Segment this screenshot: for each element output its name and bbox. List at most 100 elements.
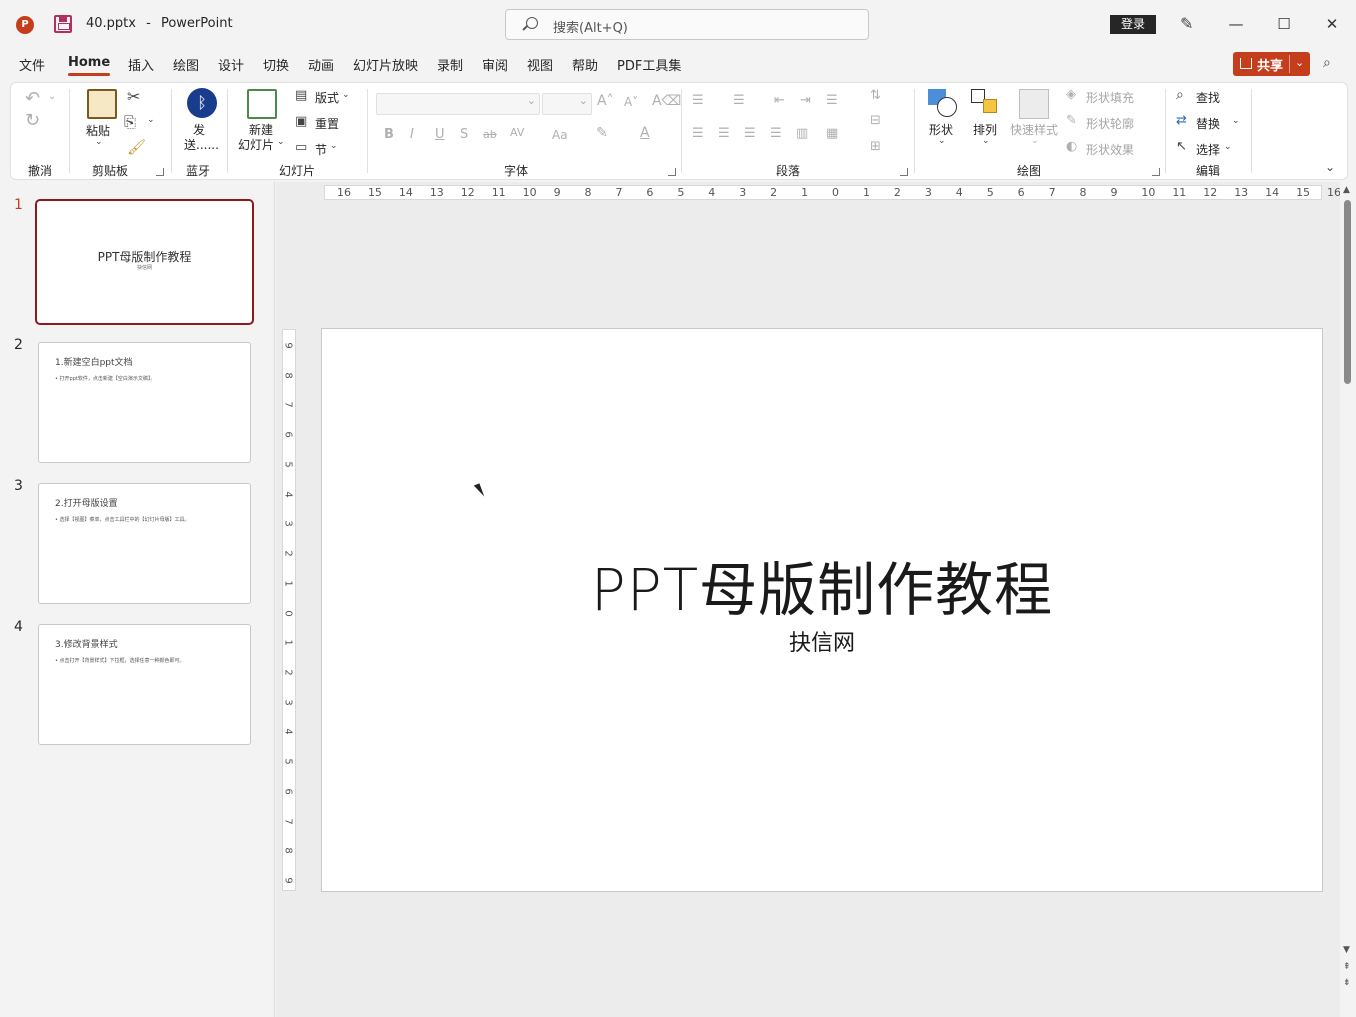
underline-button[interactable]: U bbox=[435, 127, 445, 142]
justify-icon[interactable]: ☰ bbox=[770, 126, 782, 141]
align-center-icon[interactable]: ☰ bbox=[718, 126, 730, 141]
smartart-icon[interactable]: ⊞ bbox=[870, 139, 881, 154]
copy-dropdown-icon[interactable]: ⌄ bbox=[147, 115, 155, 125]
tab-draw[interactable]: 绘图 bbox=[173, 55, 199, 74]
share-button[interactable]: 共享 ⌄ bbox=[1233, 52, 1310, 76]
comments-icon[interactable]: ⌕ bbox=[1323, 55, 1341, 73]
text-direction-icon[interactable]: ⇅ bbox=[870, 88, 881, 103]
tab-file[interactable]: 文件 bbox=[19, 55, 45, 74]
section-dropdown-icon[interactable]: ⌄ bbox=[330, 141, 338, 151]
format-painter-icon[interactable]: 🖌 bbox=[127, 138, 146, 156]
find-icon[interactable]: ⌕ bbox=[1176, 87, 1184, 103]
arrange-dropdown-icon[interactable]: ⌄ bbox=[982, 136, 990, 146]
tab-view[interactable]: 视图 bbox=[527, 55, 553, 74]
shape-outline-button[interactable]: 形状轮廓 bbox=[1086, 115, 1134, 132]
clipboard-launcher-icon[interactable] bbox=[156, 168, 164, 176]
slide-thumbnail-2[interactable]: 1.新建空白ppt文档 • 打开ppt软件，点击新建【空白演示文稿】。 bbox=[38, 342, 251, 463]
tab-review[interactable]: 审阅 bbox=[482, 55, 508, 74]
search-box[interactable]: 搜索(Alt+Q) bbox=[505, 9, 869, 40]
layout-dropdown-icon[interactable]: ⌄ bbox=[342, 90, 350, 100]
strikethrough-button[interactable]: ab bbox=[483, 128, 497, 141]
font-color-icon[interactable]: A bbox=[640, 125, 650, 141]
change-case-button[interactable]: Aa bbox=[552, 128, 568, 142]
highlight-icon[interactable]: ✎ bbox=[596, 125, 608, 141]
shape-fill-button[interactable]: 形状填充 bbox=[1086, 89, 1134, 106]
arrange-icon[interactable] bbox=[971, 89, 1001, 119]
shape-outline-icon[interactable]: ✎ bbox=[1066, 113, 1077, 128]
replace-dropdown-icon[interactable]: ⌄ bbox=[1232, 116, 1240, 126]
replace-button[interactable]: 替换 bbox=[1196, 115, 1220, 132]
vertical-scrollbar[interactable]: ▲ ▼ ⇞ ⇟ bbox=[1340, 182, 1356, 1017]
slide-thumbnail-3[interactable]: 2.打开母版设置 • 选择【视图】菜单，点击工具栏中的【幻灯片母版】工具。 bbox=[38, 483, 251, 604]
decrease-font-icon[interactable]: A˅ bbox=[624, 95, 638, 109]
minimize-icon[interactable]: — bbox=[1222, 10, 1250, 38]
tab-home[interactable]: Home bbox=[68, 55, 111, 76]
tab-animations[interactable]: 动画 bbox=[308, 55, 334, 74]
layout-button[interactable]: 版式 bbox=[315, 89, 339, 106]
shadow-button[interactable]: S bbox=[460, 127, 468, 142]
new-slide-icon[interactable] bbox=[247, 89, 277, 119]
select-dropdown-icon[interactable]: ⌄ bbox=[1224, 142, 1232, 152]
bluetooth-icon[interactable]: ᛒ bbox=[187, 88, 217, 118]
decrease-indent-icon[interactable]: ⇤ bbox=[774, 93, 785, 108]
scroll-up-icon[interactable]: ▲ bbox=[1343, 185, 1350, 195]
select-icon[interactable]: ↖ bbox=[1176, 139, 1187, 154]
maximize-icon[interactable]: ☐ bbox=[1270, 10, 1298, 38]
increase-font-icon[interactable]: A˄ bbox=[597, 93, 614, 109]
tab-record[interactable]: 录制 bbox=[437, 55, 463, 74]
collapse-ribbon-icon[interactable]: ⌄ bbox=[1325, 160, 1335, 174]
new-slide-dropdown-icon[interactable]: ⌄ bbox=[277, 137, 285, 147]
tab-slideshow[interactable]: 幻灯片放映 bbox=[353, 55, 418, 74]
shapes-dropdown-icon[interactable]: ⌄ bbox=[938, 136, 946, 146]
distribute-icon[interactable]: ▥ bbox=[796, 126, 808, 141]
shape-fill-icon[interactable]: ◈ bbox=[1066, 87, 1076, 102]
shapes-icon[interactable] bbox=[928, 89, 958, 119]
select-button[interactable]: 选择 bbox=[1196, 141, 1220, 158]
quick-styles-dropdown-icon[interactable]: ⌄ bbox=[1031, 136, 1039, 146]
bold-button[interactable]: B bbox=[384, 127, 394, 142]
increase-indent-icon[interactable]: ⇥ bbox=[800, 93, 811, 108]
shape-effects-icon[interactable]: ◐ bbox=[1066, 139, 1077, 154]
bullets-icon[interactable]: ☰ bbox=[692, 93, 704, 108]
cut-icon[interactable]: ✂ bbox=[127, 87, 140, 106]
designer-pen-icon[interactable]: ✎ bbox=[1180, 14, 1198, 34]
previous-slide-icon[interactable]: ⇞ bbox=[1343, 962, 1351, 972]
copy-icon[interactable]: ⎘ bbox=[124, 113, 136, 131]
reset-icon[interactable]: ▣ bbox=[295, 114, 307, 129]
align-left-icon[interactable]: ☰ bbox=[692, 126, 704, 141]
undo-dropdown-icon[interactable]: ⌄ bbox=[48, 91, 56, 102]
slide-subtitle[interactable]: 抉信网 bbox=[322, 625, 1322, 657]
line-spacing-icon[interactable]: ☰ bbox=[826, 93, 838, 108]
close-icon[interactable]: ✕ bbox=[1318, 10, 1346, 38]
scrollbar-thumb[interactable] bbox=[1344, 200, 1351, 384]
slide-thumbnail-4[interactable]: 3.修改背景样式 • 点击打开【背景样式】下拉框，选择任意一种颜色即可。 bbox=[38, 624, 251, 745]
send-label-line2[interactable]: 送...... bbox=[184, 136, 219, 153]
drawing-launcher-icon[interactable] bbox=[1152, 168, 1160, 176]
quick-styles-icon[interactable] bbox=[1019, 89, 1049, 119]
redo-icon[interactable]: ↻ bbox=[25, 110, 40, 131]
find-button[interactable]: 查找 bbox=[1196, 89, 1220, 106]
scroll-down-icon[interactable]: ▼ bbox=[1343, 945, 1350, 955]
slide-title[interactable]: PPT母版制作教程 bbox=[322, 543, 1322, 627]
section-icon[interactable]: ▭ bbox=[295, 140, 307, 155]
tab-design[interactable]: 设计 bbox=[218, 55, 244, 74]
tab-help[interactable]: 帮助 bbox=[572, 55, 598, 74]
align-text-icon[interactable]: ⊟ bbox=[870, 113, 881, 128]
tab-transitions[interactable]: 切换 bbox=[263, 55, 289, 74]
next-slide-icon[interactable]: ⇟ bbox=[1343, 978, 1351, 988]
numbering-icon[interactable]: ☰ bbox=[733, 93, 745, 108]
reset-button[interactable]: 重置 bbox=[315, 115, 339, 132]
italic-button[interactable]: I bbox=[410, 127, 414, 142]
font-family-select[interactable] bbox=[376, 93, 540, 115]
slide-thumbnail-1[interactable]: PPT母版制作教程 抉信网 bbox=[35, 199, 254, 325]
clear-format-icon[interactable]: A⌫ bbox=[652, 93, 681, 109]
tab-pdf-tools[interactable]: PDF工具集 bbox=[617, 55, 681, 74]
save-icon[interactable] bbox=[54, 15, 72, 33]
chevron-down-icon[interactable]: ⌄ bbox=[1295, 56, 1304, 69]
font-size-select[interactable] bbox=[542, 93, 592, 115]
character-spacing-button[interactable]: AV bbox=[510, 126, 524, 139]
replace-icon[interactable]: ⇄ bbox=[1176, 113, 1187, 128]
align-right-icon[interactable]: ☰ bbox=[744, 126, 756, 141]
layout-icon[interactable]: ▤ bbox=[295, 88, 307, 103]
paragraph-launcher-icon[interactable] bbox=[900, 168, 908, 176]
